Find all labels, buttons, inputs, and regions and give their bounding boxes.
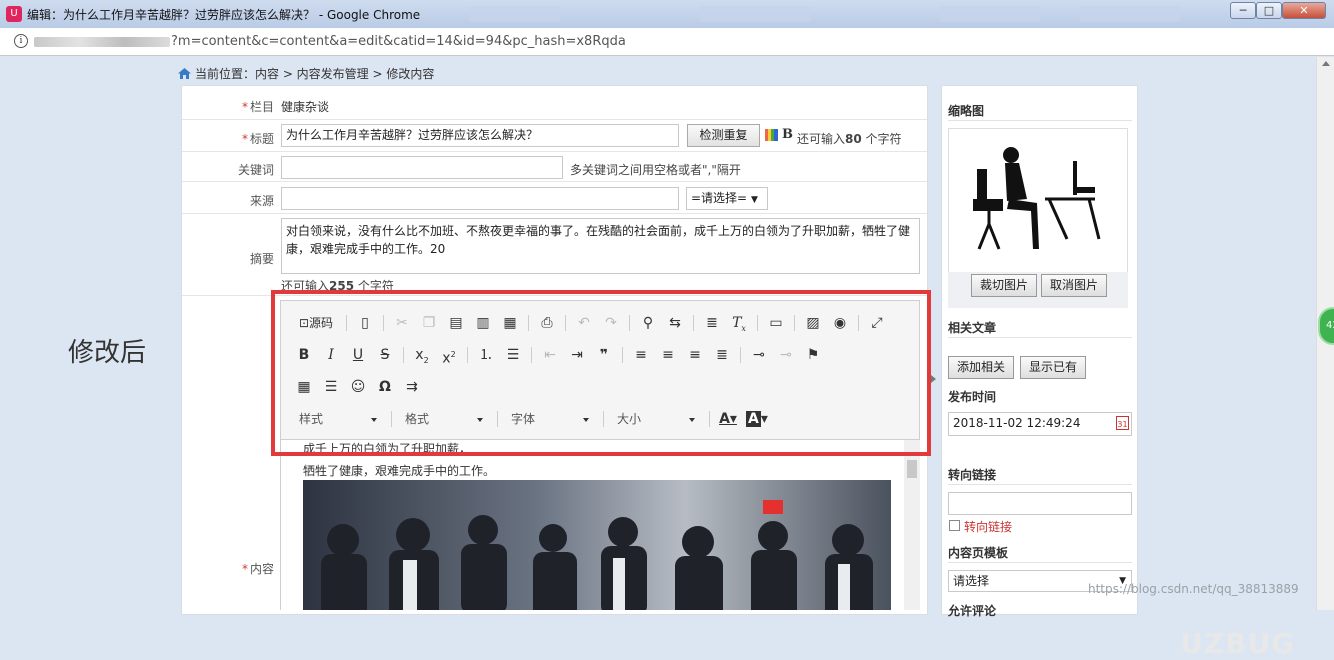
address-bar[interactable]: i ?m=content&c=content&a=edit&catid=14&i…: [0, 28, 1334, 56]
minimize-button[interactable]: ─: [1230, 2, 1256, 19]
editor-content[interactable]: 成千上万的白领为了升职加薪， 牺牲了健康，艰难完成手中的工作。: [280, 440, 920, 610]
page-viewport: 当前位置：内容 > 内容发布管理 > 修改内容 修改后 * 栏目 健康杂谈 * 标题…: [0, 57, 1316, 660]
source-label: 来源: [249, 194, 274, 208]
publish-time-header: 发布时间: [948, 390, 997, 404]
redirect-checkbox[interactable]: [949, 520, 960, 531]
thumb-header: 缩略图: [948, 104, 985, 118]
maximize-button[interactable]: □: [1256, 2, 1282, 19]
window-controls: ─ □ ✕: [1230, 2, 1326, 19]
title-input[interactable]: 为什么工作月辛苦越胖？过劳胖应该怎么解决？: [281, 124, 679, 147]
redirect-checkbox-label: 转向链接: [964, 520, 1013, 534]
row-title: * 标题 为什么工作月辛苦越胖？过劳胖应该怎么解决？ 检测重复 B 还可输入80 …: [182, 120, 927, 152]
redirect-header: 转向链接: [948, 468, 997, 482]
blurred-host: [34, 37, 170, 47]
thumb-buttons: 裁切图片 取消图片: [948, 272, 1128, 308]
content-line-2: 牺牲了健康，艰难完成手中的工作。: [303, 464, 496, 478]
row-source: 来源 =请选择= ▼: [182, 182, 927, 214]
content-label: * 内容: [241, 562, 274, 576]
window-title: 编辑：为什么工作月辛苦越胖？过劳胖应该怎么解决？ - Google Chrome: [27, 8, 421, 22]
collapse-arrow-icon[interactable]: [931, 375, 936, 383]
floating-badge[interactable]: 42: [1318, 307, 1334, 345]
check-duplicate-button[interactable]: 检测重复: [687, 124, 760, 147]
site-watermark: UZBUG: [1180, 627, 1296, 660]
home-icon: [178, 68, 191, 79]
info-icon[interactable]: i: [14, 34, 28, 48]
side-panel: 缩略图 裁切图片 取消图片 相关文章 添加相关 显示已有 发布时间 2018-1…: [941, 85, 1138, 618]
window-titlebar: U 编辑：为什么工作月辛苦越胖？过劳胖应该怎么解决？ - Google Chro…: [0, 0, 1334, 28]
summary-label: 摘要: [249, 252, 274, 266]
content-photo: [303, 480, 891, 610]
related-header: 相关文章: [948, 321, 997, 335]
source-input[interactable]: [281, 187, 679, 210]
row-summary: 摘要 对白领来说，没有什么比不加班、不熬夜更幸福的事了。在残酷的社会面前，成千上…: [182, 214, 927, 296]
template-header: 内容页模板: [948, 546, 1009, 560]
breadcrumb: 当前位置：内容 > 内容发布管理 > 修改内容: [178, 65, 434, 82]
cancel-image-button[interactable]: 取消图片: [1041, 274, 1107, 297]
keywords-input[interactable]: [281, 156, 563, 179]
calendar-icon[interactable]: 31: [1116, 416, 1129, 430]
annotation-label: 修改后: [68, 338, 147, 368]
background-windows: [470, 6, 1190, 22]
thumbnail-image: [973, 147, 1101, 250]
keywords-label: 关键词: [237, 163, 274, 177]
keywords-hint: 多关键词之间用空格或者","隔开: [570, 163, 741, 177]
blog-watermark: https://blog.csdn.net/qq_38813889: [1088, 582, 1299, 596]
column-label: * 栏目: [241, 100, 274, 114]
summary-textarea[interactable]: 对白领来说，没有什么比不加班、不熬夜更幸福的事了。在残酷的社会面前，成千上万的白…: [281, 218, 920, 274]
comments-header: 允许评论: [948, 604, 997, 618]
color-picker-icon[interactable]: [765, 129, 778, 141]
content-scrollbar[interactable]: [904, 440, 920, 610]
close-button[interactable]: ✕: [1282, 2, 1326, 19]
highlight-frame: [271, 290, 931, 456]
redirect-input[interactable]: [948, 492, 1132, 515]
title-char-hint: 还可输入80 个字符: [797, 132, 902, 146]
row-keywords: 关键词 多关键词之间用空格或者","隔开: [182, 152, 927, 182]
show-existing-button[interactable]: 显示已有: [1020, 356, 1086, 379]
column-value: 健康杂谈: [281, 100, 330, 114]
bold-title-icon[interactable]: B: [782, 127, 793, 142]
breadcrumb-text: 当前位置：内容 > 内容发布管理 > 修改内容: [195, 67, 435, 81]
crop-image-button[interactable]: 裁切图片: [971, 274, 1037, 297]
row-column: * 栏目 健康杂谈: [182, 86, 927, 120]
publish-time-input[interactable]: 2018-11-02 12:49:24: [948, 412, 1132, 436]
title-label: * 标题: [241, 132, 274, 146]
app-icon: U: [6, 6, 22, 22]
source-select[interactable]: =请选择= ▼: [686, 187, 768, 210]
url-text[interactable]: ?m=content&c=content&a=edit&catid=14&id=…: [171, 34, 626, 49]
add-related-button[interactable]: 添加相关: [948, 356, 1014, 379]
